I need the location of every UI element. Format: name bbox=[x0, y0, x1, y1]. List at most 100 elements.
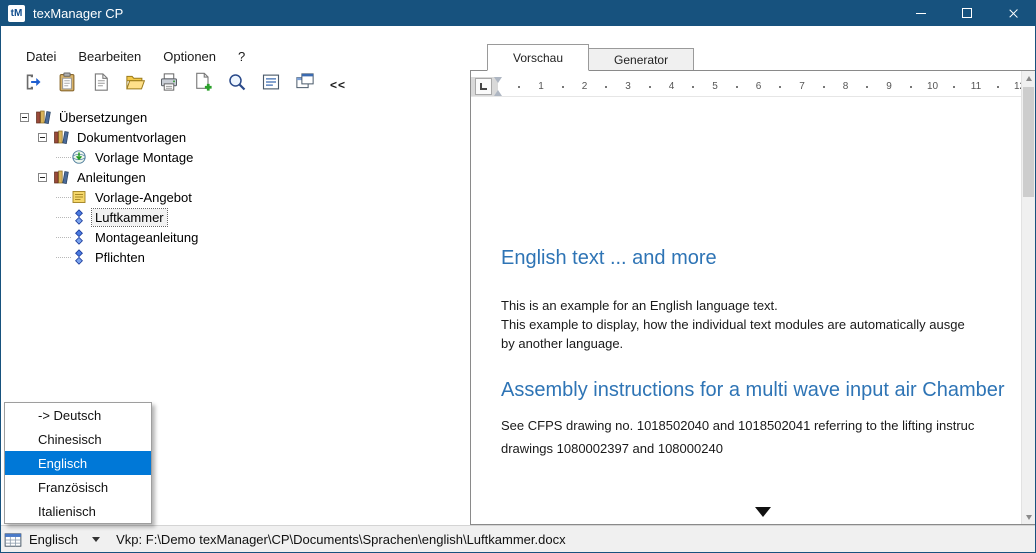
ruler-number: 12 bbox=[1013, 81, 1021, 92]
print-button[interactable] bbox=[156, 72, 181, 97]
ruler-tick bbox=[648, 86, 651, 88]
tree-item-luftkammer[interactable]: Luftkammer bbox=[16, 207, 462, 227]
tree-item-label: Übersetzungen bbox=[59, 109, 148, 125]
tree-connector-line bbox=[56, 156, 71, 158]
preview-panel: 123456789101112 English text ... and mor… bbox=[470, 70, 1036, 525]
menu-item-bearbeiten[interactable]: Bearbeiten bbox=[68, 44, 151, 69]
doc-heading-1: English text ... and more bbox=[501, 247, 717, 269]
language-selector[interactable]: Englisch bbox=[27, 530, 106, 549]
scroll-down-button[interactable] bbox=[1022, 510, 1035, 524]
ruler-tick bbox=[953, 86, 956, 88]
export-button[interactable] bbox=[20, 72, 45, 97]
add-document-button[interactable] bbox=[190, 72, 215, 97]
doc-text-line: by another language. bbox=[501, 336, 624, 351]
tree-item-uebersetzungen[interactable]: Übersetzungen bbox=[16, 107, 462, 127]
tree-connector-line bbox=[56, 216, 71, 218]
minimize-button[interactable] bbox=[898, 0, 944, 26]
books-icon bbox=[53, 169, 70, 185]
close-icon bbox=[1008, 8, 1019, 19]
search-button[interactable] bbox=[224, 72, 249, 97]
page-down-indicator-icon[interactable] bbox=[755, 507, 771, 517]
collapse-expander-icon[interactable] bbox=[38, 132, 47, 142]
books-icon bbox=[53, 129, 70, 145]
tab-vorschau[interactable]: Vorschau bbox=[487, 44, 590, 71]
open-folder-button[interactable] bbox=[122, 72, 147, 97]
tree-item-montageanleitung[interactable]: Montageanleitung bbox=[16, 227, 462, 247]
text-preview-button[interactable] bbox=[258, 72, 283, 97]
collapse-expander-icon[interactable] bbox=[20, 112, 29, 122]
tree-item-vorlage-montage[interactable]: Vorlage Montage bbox=[16, 147, 462, 167]
ruler-tick bbox=[692, 86, 695, 88]
language-option-englisch[interactable]: Englisch bbox=[5, 451, 151, 475]
maximize-button[interactable] bbox=[944, 0, 990, 26]
language-option-chinesisch[interactable]: Chinesisch bbox=[5, 427, 151, 451]
tree-view: Übersetzungen Dokumentvorlagen Vorlage Mon… bbox=[16, 107, 462, 399]
menu-item-optionen[interactable]: Optionen bbox=[153, 44, 226, 69]
tab-stop-selector[interactable] bbox=[475, 78, 492, 95]
tree-item-label: Vorlage Montage bbox=[95, 149, 194, 165]
copy-button[interactable] bbox=[88, 72, 113, 97]
menu-item-hilfe[interactable]: ? bbox=[228, 44, 255, 69]
document-preview: English text ... and more This is an exa… bbox=[471, 99, 1021, 524]
doc-text-line: This is an example for an English langua… bbox=[501, 298, 778, 313]
ruler-tick bbox=[866, 86, 869, 88]
status-bar: Englisch Vkp: F:\Demo texManager\CP\Docu… bbox=[0, 525, 1036, 553]
close-button[interactable] bbox=[990, 0, 1036, 26]
app-logo-text: tM bbox=[10, 7, 23, 19]
scrollbar-thumb[interactable] bbox=[1023, 87, 1034, 197]
doc-paragraph-2: See CFPS drawing no. 1018502040 and 1018… bbox=[501, 414, 1021, 460]
scroll-up-button[interactable] bbox=[1022, 71, 1035, 85]
paste-button[interactable] bbox=[54, 72, 79, 97]
collapse-expander-icon[interactable] bbox=[38, 172, 47, 182]
ruler-number: 5 bbox=[712, 81, 718, 92]
open-folder-icon bbox=[125, 72, 145, 97]
books-icon bbox=[35, 109, 52, 125]
ruler-number: 2 bbox=[581, 81, 588, 92]
tree-item-label: Dokumentvorlagen bbox=[77, 129, 187, 145]
module-blue-icon bbox=[71, 209, 88, 225]
ruler-number: 1 bbox=[538, 81, 544, 92]
export-icon bbox=[23, 72, 43, 97]
tree-connector-line bbox=[56, 196, 71, 198]
text-preview-icon bbox=[261, 72, 281, 97]
collapse-panel-button[interactable]: << bbox=[326, 72, 350, 97]
language-option-franzoesisch[interactable]: Französisch bbox=[5, 475, 151, 499]
ruler-tick bbox=[822, 86, 825, 88]
tree-item-dokumentvorlagen[interactable]: Dokumentvorlagen bbox=[16, 127, 462, 147]
left-indent-marker[interactable] bbox=[494, 90, 502, 96]
doc-heading-2: Assembly instructions for a multi wave i… bbox=[501, 379, 1005, 401]
ruler-number: 3 bbox=[625, 81, 631, 92]
language-table-icon bbox=[4, 531, 24, 549]
window-cascade-button[interactable] bbox=[292, 72, 317, 97]
first-line-indent-marker[interactable] bbox=[494, 77, 502, 83]
doc-text-line: drawings 1080002397 and 108000240 bbox=[501, 441, 723, 456]
tree-item-anleitungen[interactable]: Anleitungen bbox=[16, 167, 462, 187]
doc-text-line: See CFPS drawing no. 1018502040 and 1018… bbox=[501, 418, 975, 433]
preview-scrollbar[interactable] bbox=[1021, 71, 1035, 524]
minimize-icon bbox=[916, 12, 926, 14]
scroll-up-icon bbox=[1025, 75, 1032, 81]
tree-item-pflichten[interactable]: Pflichten bbox=[16, 247, 462, 267]
menubar: Datei Bearbeiten Optionen? bbox=[16, 44, 255, 69]
language-option-italienisch[interactable]: Italienisch bbox=[5, 499, 151, 523]
tab-generator[interactable]: Generator bbox=[588, 48, 695, 70]
app-logo-icon: tM bbox=[8, 4, 25, 22]
tree-item-label: Pflichten bbox=[95, 249, 145, 265]
copy-icon bbox=[91, 72, 111, 97]
window-title: texManager CP bbox=[33, 5, 124, 21]
titlebar: tM texManager CP bbox=[0, 0, 1036, 26]
ruler-number: 4 bbox=[668, 81, 675, 92]
ruler-number: 6 bbox=[755, 81, 762, 92]
ruler-tick bbox=[996, 86, 999, 88]
window-controls bbox=[898, 0, 1036, 26]
ruler-tick bbox=[735, 86, 738, 88]
maximize-icon bbox=[962, 8, 972, 18]
chevron-down-icon bbox=[92, 537, 101, 542]
menu-item-datei[interactable]: Datei bbox=[16, 44, 66, 69]
module-blue-icon bbox=[71, 229, 88, 245]
ruler-number: 10 bbox=[926, 81, 939, 92]
language-option-deutsch[interactable]: -> Deutsch bbox=[5, 403, 151, 427]
language-popup: -> Deutsch Chinesisch Englisch Französisch I… bbox=[4, 402, 152, 524]
tree-item-vorlage-angebot[interactable]: Vorlage-Angebot bbox=[16, 187, 462, 207]
tree-item-label: Anleitungen bbox=[77, 169, 146, 185]
